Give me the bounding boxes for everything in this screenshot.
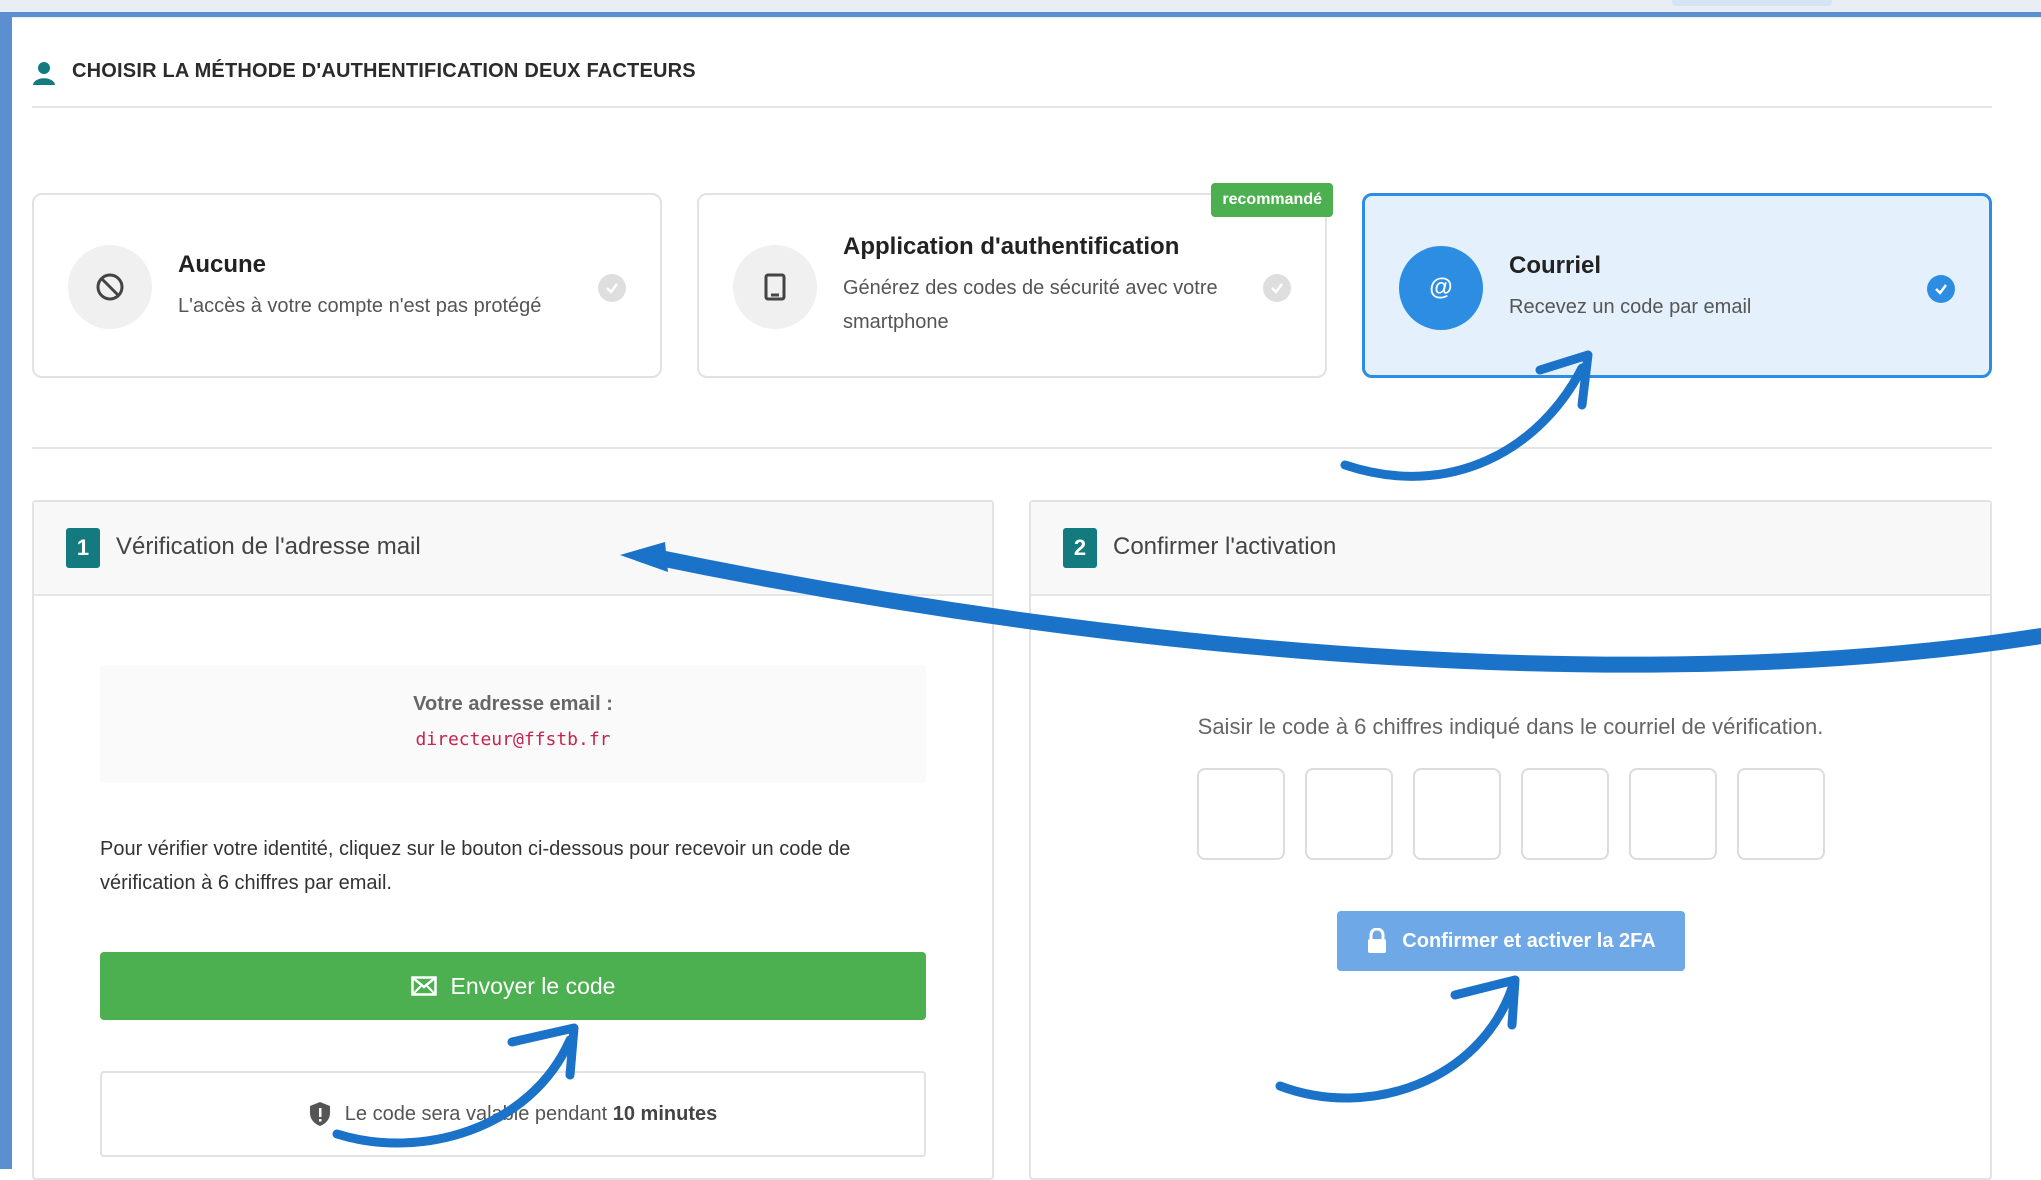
code-digit-input[interactable] — [1197, 768, 1285, 860]
divider — [32, 447, 1992, 449]
at-icon: @ — [1429, 274, 1453, 301]
section-header: CHOISIR LA MÉTHODE D'AUTHENTIFICATION DE… — [32, 54, 1992, 108]
frame-border-left — [0, 12, 12, 1169]
code-digit-input[interactable] — [1629, 768, 1717, 860]
verification-instructions: Pour vérifier votre identité, cliquez su… — [100, 838, 851, 894]
tablet-icon — [764, 273, 786, 301]
code-instructions: Saisir le code à 6 chiffres indiqué dans… — [1197, 714, 1824, 739]
step1-header: 1 Vérification de l'adresse mail — [34, 502, 992, 596]
send-code-button[interactable]: Envoyer le code — [100, 952, 926, 1020]
shield-icon — [309, 1102, 330, 1126]
method-title: Application d'authentification — [843, 233, 1180, 260]
email-value: directeur@ffstb.fr — [415, 729, 611, 750]
method-description: Recevez un code par email — [1509, 296, 1752, 318]
code-digit-input[interactable] — [1413, 768, 1501, 860]
step2-panel: 2 Confirmer l'activation Saisir le code … — [1029, 500, 1992, 1180]
lock-icon — [1368, 928, 1387, 953]
code-digit-input[interactable] — [1305, 768, 1393, 860]
page-title: CHOISIR LA MÉTHODE D'AUTHENTIFICATION DE… — [72, 60, 696, 82]
method-card-email[interactable]: @ Courriel Recevez un code par email — [1362, 193, 1992, 378]
method-description: Générez des codes de sécurité avec votre… — [843, 277, 1218, 333]
validity-text: Le code sera valable pendant 10 minutes — [345, 1103, 717, 1126]
validity-duration: 10 minutes — [612, 1102, 718, 1125]
validity-notice: Le code sera valable pendant 10 minutes — [100, 1071, 926, 1157]
check-circle-icon — [1927, 275, 1955, 303]
check-circle-icon — [1263, 274, 1291, 302]
method-icon-circle — [733, 245, 817, 329]
user-icon — [33, 62, 55, 85]
method-card-app[interactable]: recommandé Application d'authentificatio… — [697, 183, 1333, 378]
validity-prefix: Le code sera valable pendant — [344, 1102, 608, 1125]
method-title: Aucune — [178, 251, 267, 278]
code-digit-input[interactable] — [1521, 768, 1609, 860]
annotation-arrow — [1340, 363, 1587, 481]
step1-panel: 1 Vérification de l'adresse mail Votre a… — [32, 500, 994, 1180]
ban-icon — [96, 273, 124, 301]
confirm-activate-label: Confirmer et activer la 2FA — [1402, 929, 1656, 952]
step2-header: 2 Confirmer l'activation — [1031, 502, 1990, 596]
envelope-icon — [410, 976, 437, 996]
step-number-badge: 2 — [1063, 528, 1097, 568]
step1-title: Vérification de l'adresse mail — [116, 533, 421, 560]
method-description: L'accès à votre compte n'est pas protégé — [178, 295, 542, 317]
check-circle-icon — [598, 274, 626, 302]
recommended-badge: recommandé — [1211, 183, 1333, 217]
window-tab — [1672, 0, 1832, 6]
code-digit-input[interactable] — [1737, 768, 1825, 860]
confirm-activate-button[interactable]: Confirmer et activer la 2FA — [1337, 911, 1685, 971]
method-title: Courriel — [1509, 252, 1602, 279]
method-icon-circle — [68, 245, 152, 329]
step-number-badge: 1 — [66, 528, 100, 568]
frame-border-top — [0, 12, 2041, 17]
method-card-none[interactable]: Aucune L'accès à votre compte n'est pas … — [32, 193, 662, 378]
step2-title: Confirmer l'activation — [1113, 533, 1337, 560]
method-icon-circle: @ — [1399, 246, 1483, 330]
send-code-label: Envoyer le code — [450, 972, 616, 999]
email-label: Votre adresse email : — [413, 693, 613, 715]
email-display-box: Votre adresse email : directeur@ffstb.fr — [100, 665, 926, 783]
